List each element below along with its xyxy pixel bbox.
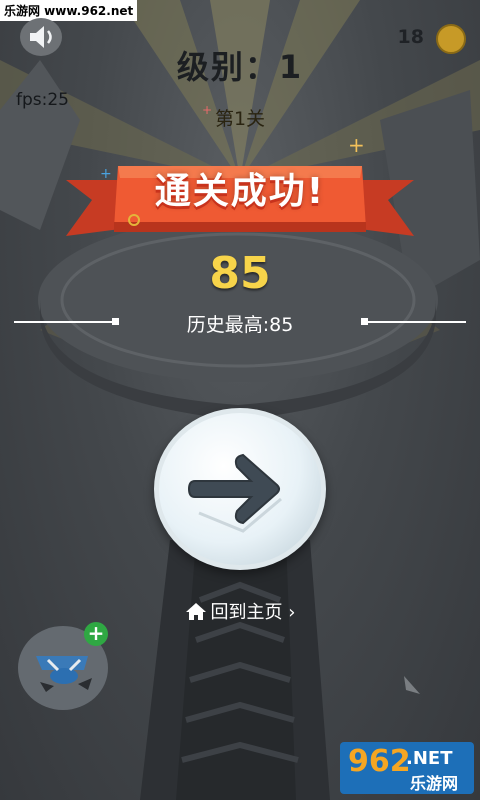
game-scene: + + + 乐游网 www.962.net fps:25 18 级别：1 第1关… bbox=[0, 0, 480, 800]
home-link-label: 回到主页 bbox=[210, 602, 283, 623]
watermark-number: 962 bbox=[348, 744, 411, 779]
home-link[interactable]: 回到主页 › bbox=[0, 598, 480, 624]
add-powerup-badge[interactable]: + bbox=[84, 622, 108, 646]
success-banner-text: 通关成功! bbox=[154, 171, 326, 212]
stage-label: 第1关 bbox=[214, 108, 266, 130]
platform-top bbox=[38, 218, 438, 382]
watermark-net: .NET bbox=[406, 748, 453, 769]
level-label: 级别：1 bbox=[176, 48, 304, 86]
distant-arrow bbox=[404, 676, 420, 694]
svg-text:+: + bbox=[348, 133, 365, 157]
arrow-right-icon bbox=[187, 453, 282, 533]
bottom-watermark: 962 .NET 乐游网 bbox=[340, 742, 474, 794]
home-icon bbox=[185, 603, 206, 620]
chevron-right-icon: › bbox=[288, 602, 296, 623]
score-value: 85 bbox=[209, 248, 271, 299]
watermark-cn: 乐游网 bbox=[410, 774, 459, 793]
next-level-button[interactable] bbox=[154, 408, 326, 570]
best-score: 历史最高:85 bbox=[186, 314, 294, 336]
divider-right bbox=[366, 321, 466, 323]
